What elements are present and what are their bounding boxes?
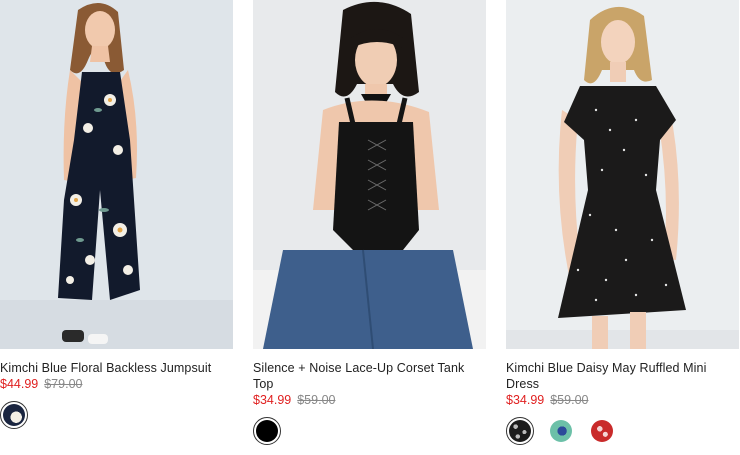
sale-price: $34.99	[506, 393, 545, 407]
original-price: $79.00	[44, 377, 83, 391]
sale-price: $34.99	[253, 393, 292, 407]
product-title[interactable]: Silence + Noise Lace-Up Corset Tank Top	[253, 360, 486, 392]
swatch-red-floral[interactable]	[588, 417, 616, 445]
price-row: $34.99 $59.00	[253, 392, 486, 408]
color-swatches	[253, 417, 486, 445]
product-card-ruffled-dress[interactable]: Kimchi Blue Daisy May Ruffled Mini Dress…	[506, 0, 739, 445]
product-image-floral-jumpsuit[interactable]	[0, 0, 233, 349]
color-swatches	[506, 417, 739, 445]
price-row: $44.99 $79.00	[0, 376, 233, 392]
price-row: $34.99 $59.00	[506, 392, 739, 408]
sale-price: $44.99	[0, 377, 39, 391]
product-image-ruffled-dress[interactable]	[506, 0, 739, 349]
color-swatches	[0, 401, 233, 429]
product-title[interactable]: Kimchi Blue Floral Backless Jumpsuit	[0, 360, 233, 376]
product-card-floral-jumpsuit[interactable]: Kimchi Blue Floral Backless Jumpsuit $44…	[0, 0, 233, 429]
original-price: $59.00	[550, 393, 589, 407]
original-price: $59.00	[297, 393, 336, 407]
product-title[interactable]: Kimchi Blue Daisy May Ruffled Mini Dress	[506, 360, 739, 392]
swatch-teal-floral[interactable]	[547, 417, 575, 445]
swatch-black[interactable]	[253, 417, 281, 445]
swatch-black-ditsy[interactable]	[506, 417, 534, 445]
product-card-corset-tank[interactable]: Silence + Noise Lace-Up Corset Tank Top …	[253, 0, 486, 445]
product-image-corset-tank[interactable]	[253, 0, 486, 349]
swatch-navy-floral[interactable]	[0, 401, 28, 429]
